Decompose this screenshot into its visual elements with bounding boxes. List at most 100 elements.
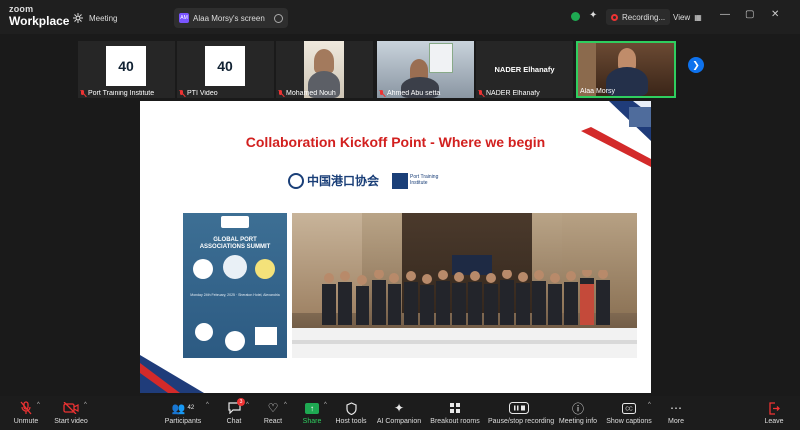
close-tab-icon[interactable] — [274, 13, 283, 23]
poster-badge — [223, 255, 247, 279]
meeting-info-label: Meeting info — [558, 418, 598, 425]
poster-badge — [225, 331, 245, 351]
tab-screen-label: Alaa Morsy's screen — [193, 13, 265, 23]
tile-name: Alaa Morsy — [580, 88, 672, 95]
poster-date: Monday 24th February, 2025 · Sheraton Ho… — [190, 293, 280, 297]
poster-badge — [195, 323, 213, 341]
chevron-up-icon[interactable]: ^ — [284, 402, 287, 408]
tile-name-text: Port Training Institute — [88, 90, 155, 97]
record-icon — [611, 13, 618, 21]
participant-figure — [314, 49, 334, 73]
breakout-rooms-label: Breakout rooms — [430, 418, 480, 425]
chevron-up-icon[interactable]: ^ — [37, 402, 40, 408]
share-label: Share — [302, 418, 322, 425]
mic-muted-icon — [478, 90, 484, 97]
pti-40-logo-text: 40 — [118, 58, 134, 74]
poster-title-line1: GLOBAL PORT — [213, 237, 257, 243]
react-label: React — [263, 418, 283, 425]
share-button[interactable]: ↑ Share — [298, 400, 326, 425]
leave-icon — [760, 400, 788, 416]
show-captions-button[interactable]: CC Show captions — [605, 400, 653, 425]
security-shield-icon[interactable] — [571, 12, 580, 21]
poster-badge — [255, 259, 275, 279]
host-tools-label: Host tools — [335, 418, 367, 425]
tab-meeting[interactable]: Meeting — [72, 8, 172, 28]
svg-text:CC: CC — [625, 406, 633, 412]
mic-muted-icon — [80, 90, 86, 97]
participant-strip: 40 Port Training Institute 40 PTI Video … — [0, 34, 800, 98]
video-tile[interactable]: Mohamed Nouh — [276, 41, 373, 98]
leave-label: Leave — [764, 418, 784, 425]
maximize-icon[interactable]: ▢ — [745, 10, 754, 20]
meeting-toolbar: Unmute ^ Start video ^ 👥 42 Participants … — [0, 396, 800, 430]
poster-title-line2: ASSOCIATIONS SUMMIT — [199, 244, 271, 251]
heart-icon: ♡ — [267, 401, 279, 415]
mic-muted-icon — [179, 90, 185, 97]
video-tile-active-speaker[interactable]: Alaa Morsy — [576, 41, 676, 98]
video-tile[interactable]: 40 Port Training Institute — [78, 41, 175, 98]
tile-name-text: Ahmed Abu setta — [387, 90, 441, 97]
chevron-up-icon[interactable]: ^ — [84, 402, 87, 408]
chevron-up-icon[interactable]: ^ — [648, 402, 651, 408]
ai-companion-label: AI Companion — [376, 418, 422, 425]
next-page-button[interactable]: ❯ — [688, 57, 704, 73]
pause-stop-icon — [488, 400, 550, 416]
video-tile[interactable]: Ahmed Abu setta — [377, 41, 474, 98]
brand-small: zoom — [9, 4, 34, 14]
tile-name-text: NADER Elhanafy — [486, 90, 540, 97]
video-tile[interactable]: 40 PTI Video — [177, 41, 274, 98]
leave-button[interactable]: Leave — [760, 400, 788, 425]
recording-indicator[interactable]: Recording... — [606, 9, 671, 25]
grid-icon: ▦ — [694, 12, 702, 22]
more-label: More — [668, 418, 684, 425]
group-photo — [292, 213, 637, 358]
pti-40-logo: 40 — [106, 46, 146, 86]
host-tools-button[interactable]: Host tools — [334, 400, 368, 425]
chat-icon: 3 — [220, 398, 248, 416]
tile-name: Ahmed Abu setta — [379, 90, 472, 97]
photo-people — [322, 270, 610, 325]
ai-companion-button[interactable]: ✦ AI Companion — [375, 400, 423, 425]
participants-label: Participants — [164, 418, 202, 425]
participants-button[interactable]: 👥 42 Participants — [163, 400, 203, 426]
pti-logo: Port Training Institute — [392, 172, 438, 189]
chevron-up-icon[interactable]: ^ — [246, 402, 249, 408]
video-tile[interactable]: NADER Elhanafy NADER Elhanafy — [476, 41, 573, 98]
participant-name-center: NADER Elhanafy — [494, 65, 555, 74]
show-captions-label: Show captions — [606, 418, 652, 425]
screen-share-icon: AM — [179, 13, 189, 23]
start-video-label: Start video — [54, 418, 88, 425]
chevron-up-icon[interactable]: ^ — [324, 402, 327, 408]
minimize-icon[interactable]: — — [720, 10, 730, 20]
info-icon: ⓘ — [571, 401, 584, 416]
chat-button[interactable]: 3 Chat — [220, 398, 248, 425]
pti-logo-icon — [392, 172, 409, 189]
tile-name: NADER Elhanafy — [478, 90, 571, 97]
poster-badge — [193, 259, 213, 279]
breakout-rooms-button[interactable]: Breakout rooms — [430, 400, 480, 425]
chevron-up-icon[interactable]: ^ — [206, 402, 209, 408]
ai-sparkle-icon[interactable]: ✦ — [589, 10, 597, 21]
cpha-logo-text: 中国港口协会 — [307, 174, 380, 188]
close-window-icon[interactable]: ✕ — [771, 10, 779, 20]
meeting-info-button[interactable]: ⓘ Meeting info — [557, 400, 599, 426]
tile-name-text: Mohamed Nouh — [286, 90, 336, 97]
participants-icon: 👥 42 — [171, 402, 195, 415]
mic-muted-icon — [379, 90, 385, 97]
recording-label: Recording... — [622, 12, 666, 22]
photo-table-edge — [292, 340, 637, 344]
tile-name-text: Alaa Morsy — [580, 88, 616, 95]
pause-recording-label: Pause/stop recording — [488, 418, 555, 425]
background-frame — [429, 43, 453, 73]
pti-text-line2: Institute — [410, 179, 428, 186]
view-button[interactable]: View ▦ — [673, 9, 702, 25]
more-button[interactable]: ⋯ More — [662, 400, 690, 425]
cpha-logo-icon — [288, 172, 304, 189]
tab-shared-screen[interactable]: AM Alaa Morsy's screen — [174, 8, 288, 28]
pause-stop-recording-button[interactable]: Pause/stop recording — [488, 400, 555, 425]
zoom-logo: zoom Workplace — [9, 4, 69, 28]
chat-unread-badge: 3 — [237, 398, 245, 406]
title-bar: zoom Workplace Meeting AM Alaa Morsy's s… — [0, 0, 800, 34]
react-button[interactable]: ♡ React — [259, 400, 287, 425]
tile-name-text: PTI Video — [187, 90, 218, 97]
